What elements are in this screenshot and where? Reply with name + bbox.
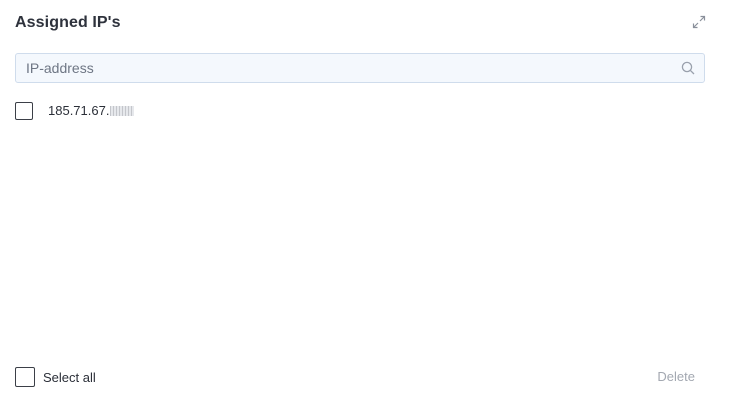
delete-button[interactable]: Delete — [657, 369, 695, 384]
search-icon — [681, 61, 695, 75]
ip-list: 185.71.67. — [15, 100, 705, 121]
select-all-checkbox[interactable] — [15, 367, 35, 387]
search-field — [15, 53, 705, 83]
ip-address-label: 185.71.67. — [48, 103, 135, 118]
assigned-ips-panel: Assigned IP's 185.71.67. Select all Dele… — [0, 0, 736, 420]
ip-address-visible: 185.71.67. — [48, 103, 110, 118]
ip-address-search-input[interactable] — [16, 54, 676, 82]
ip-address-redacted — [110, 106, 135, 116]
expand-button[interactable] — [690, 13, 708, 31]
panel-title: Assigned IP's — [15, 14, 121, 31]
ip-item-checkbox[interactable] — [15, 101, 33, 120]
select-all-control[interactable]: Select all — [15, 367, 96, 387]
ip-list-item: 185.71.67. — [15, 100, 705, 121]
select-all-label: Select all — [43, 369, 96, 385]
panel-footer: Select all Delete — [15, 367, 705, 387]
expand-icon — [692, 15, 706, 29]
